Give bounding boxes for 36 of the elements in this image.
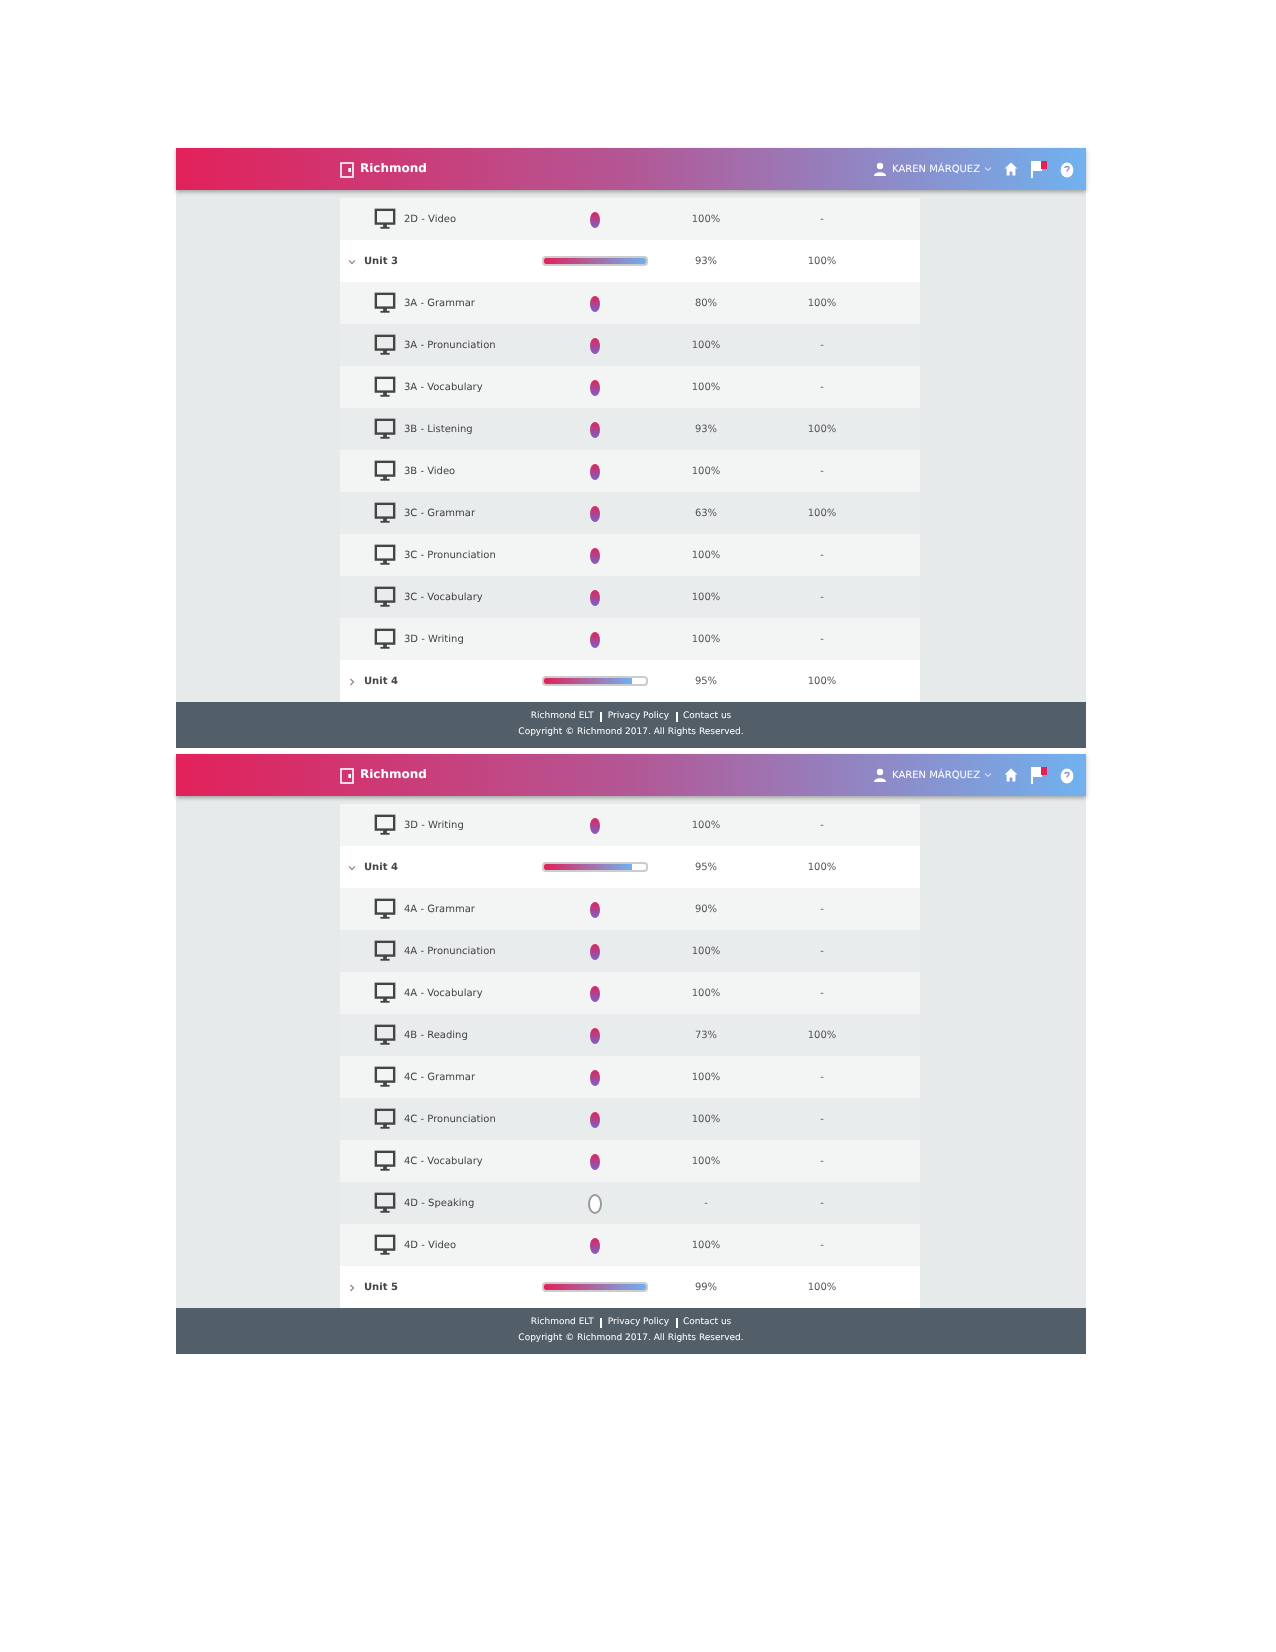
monitor-icon (374, 292, 396, 314)
monitor-icon (374, 940, 396, 962)
chevron-icon[interactable] (348, 677, 356, 685)
monitor-icon (374, 1150, 396, 1172)
monitor-icon (374, 1192, 396, 1214)
user-icon (874, 162, 887, 176)
monitor-icon (374, 982, 396, 1004)
monitor-icon (374, 208, 396, 230)
help-icon[interactable] (1060, 767, 1074, 783)
monitor-icon (374, 586, 396, 608)
monitor-icon (374, 502, 396, 524)
home-icon[interactable] (1004, 162, 1018, 176)
monitor-icon (374, 1108, 396, 1130)
monitor-icon (374, 334, 396, 356)
monitor-icon (374, 1066, 396, 1088)
caret-icon[interactable] (984, 166, 992, 172)
monitor-icon (374, 460, 396, 482)
monitor-icon (374, 628, 396, 650)
home-icon[interactable] (1004, 768, 1018, 782)
book-icon (340, 767, 354, 783)
monitor-icon (374, 814, 396, 836)
flag-icon[interactable] (1030, 160, 1048, 178)
help-icon[interactable] (1060, 161, 1074, 177)
monitor-icon (374, 1024, 396, 1046)
monitor-icon (374, 544, 396, 566)
chevron-icon[interactable] (348, 863, 356, 871)
monitor-icon (374, 418, 396, 440)
flag-icon[interactable] (1030, 766, 1048, 784)
monitor-icon (374, 376, 396, 398)
chevron-icon[interactable] (348, 1283, 356, 1291)
monitor-icon (374, 898, 396, 920)
chevron-icon[interactable] (348, 257, 356, 265)
monitor-icon (374, 1234, 396, 1256)
user-icon (874, 768, 887, 782)
caret-icon[interactable] (984, 772, 992, 778)
book-icon (340, 161, 354, 177)
